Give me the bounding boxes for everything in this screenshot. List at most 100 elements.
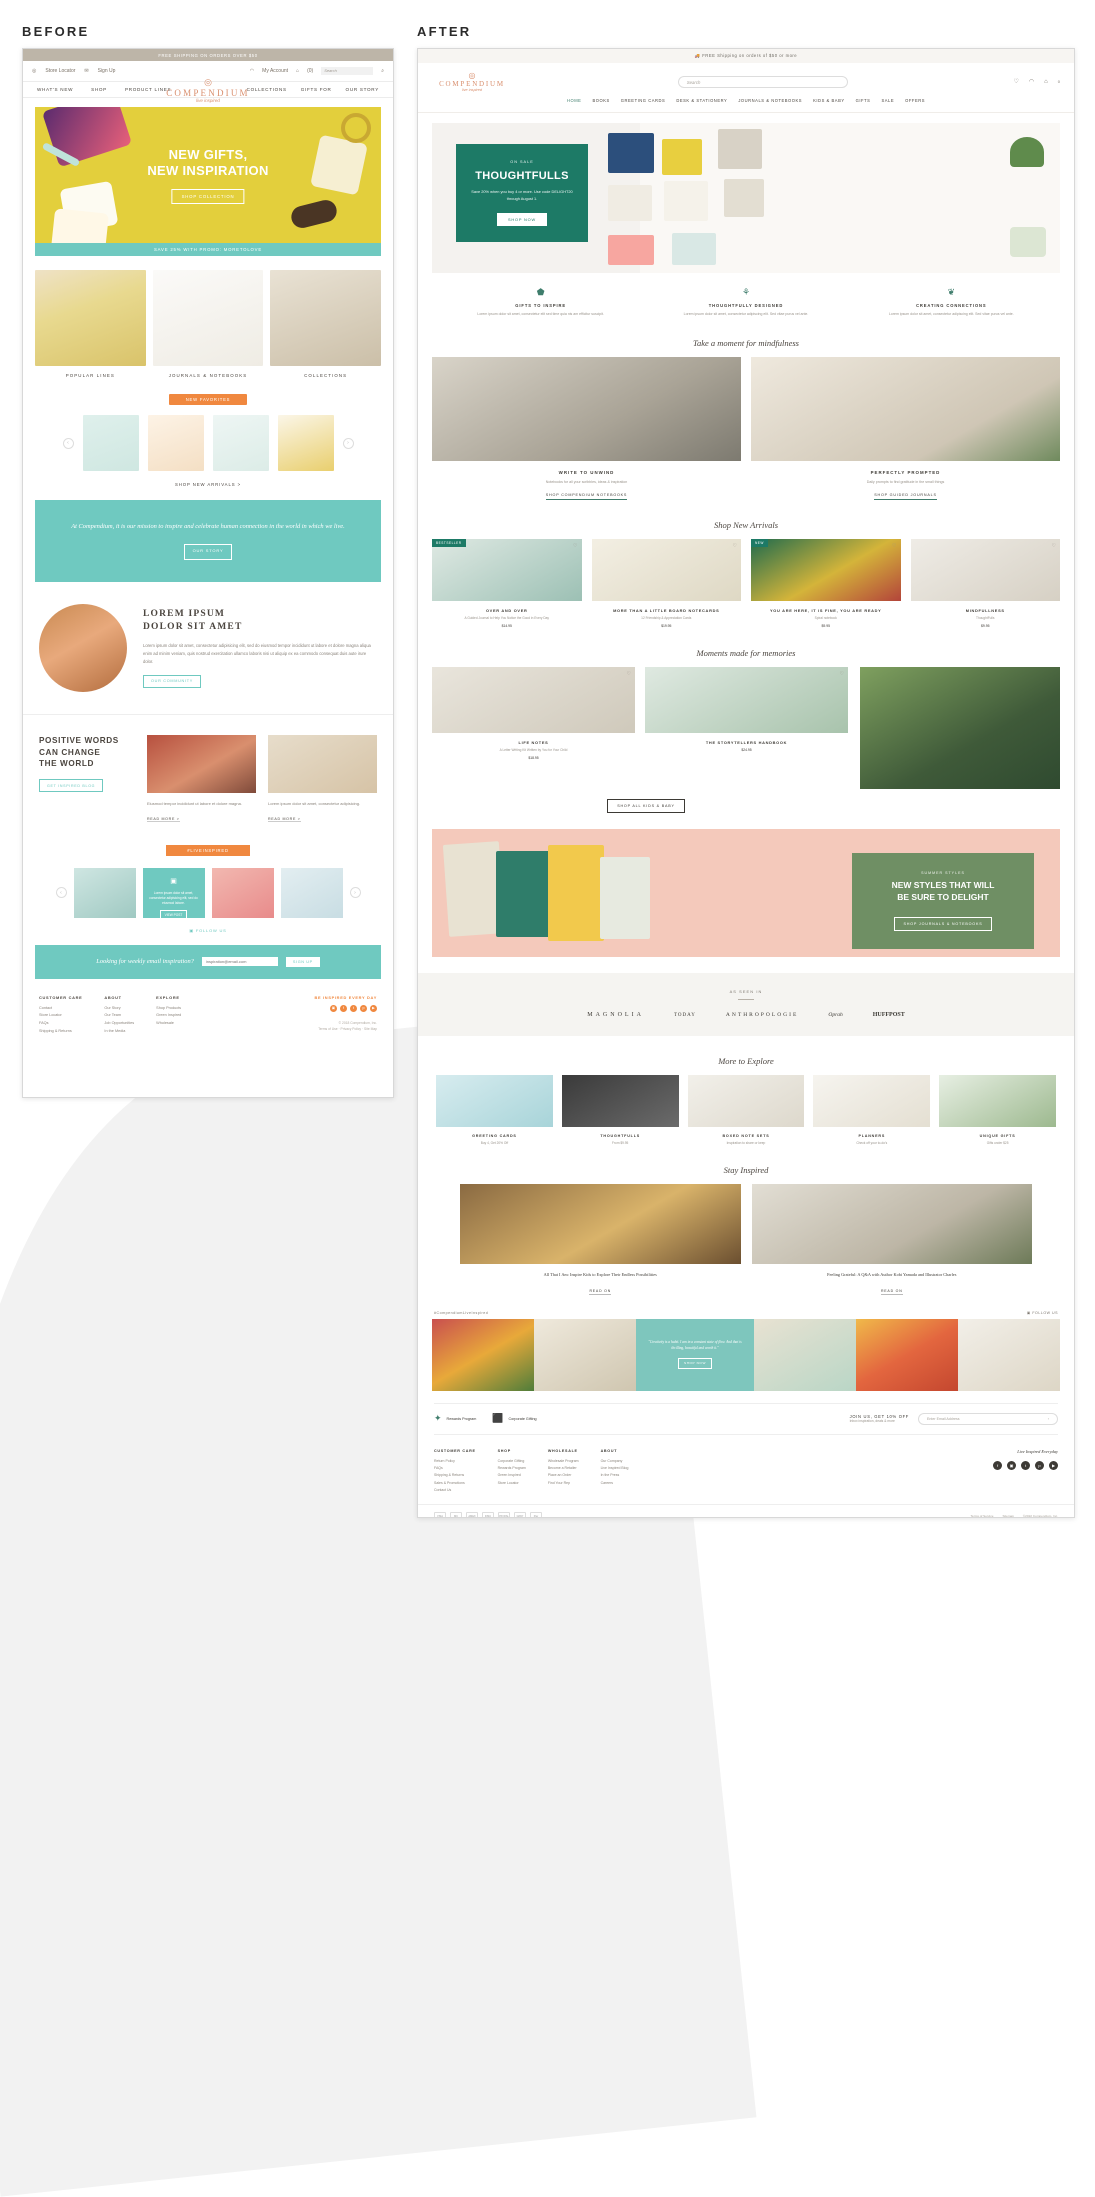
email-input[interactable] [201, 957, 278, 967]
mindfulness-card[interactable]: PERFECTLY PROMPTED Daily prompts to find… [751, 356, 1060, 501]
instagram-icon[interactable]: ▣ [1007, 1460, 1016, 1470]
wishlist-heart-icon[interactable]: ♡ [573, 543, 577, 549]
instagram-follow-link[interactable]: ▣ FOLLOW US [1027, 1311, 1058, 1315]
sitemap-link[interactable]: Sitemap [1003, 1514, 1014, 1517]
perk-rewards[interactable]: ✦ Rewards Program [434, 1413, 476, 1424]
footer-link[interactable]: Sales & Promotions [434, 1480, 476, 1487]
explore-item[interactable]: THOUGHTFULLS From $9.95 [561, 1075, 679, 1145]
footer-link[interactable]: Wholesale Program [548, 1458, 579, 1465]
nav-item-gifts[interactable]: GIFTS [856, 98, 871, 103]
footer-link[interactable]: Shipping & Returns [434, 1472, 476, 1479]
footer-link[interactable]: Return Policy [434, 1458, 476, 1465]
nav-item-product-lines[interactable]: PRODUCT LINES [125, 87, 171, 92]
hero-shop-now-button[interactable]: SHOP NOW [497, 212, 547, 226]
footer-link[interactable]: Store Locator [498, 1480, 526, 1487]
footer-link[interactable]: Job Opportunities [104, 1020, 134, 1028]
category-tile[interactable]: JOURNALS & NOTEBOOKS [152, 270, 264, 378]
blog-read-on-link[interactable]: READ ON [589, 1289, 612, 1295]
footer-link[interactable]: Wholesale [156, 1020, 181, 1028]
ig-post[interactable] [280, 867, 343, 918]
footer-link[interactable]: Store Locator [39, 1012, 82, 1020]
our-community-button[interactable]: OUR COMMUNITY [143, 674, 202, 688]
footer-link[interactable]: Green Inspired [156, 1012, 181, 1020]
youtube-icon[interactable]: ▶ [1049, 1460, 1058, 1470]
shop-new-arrivals-link[interactable]: SHOP NEW ARRIVALS > [23, 482, 393, 487]
get-inspired-blog-button[interactable]: GET INSPIRED BLOG [39, 779, 104, 793]
ig-post[interactable] [958, 1318, 1060, 1391]
follow-us-link[interactable]: ▣ FOLLOW US [23, 928, 393, 933]
ig-post[interactable] [754, 1318, 856, 1391]
search-icon[interactable]: ⌕ [381, 68, 384, 74]
pinterest-icon[interactable]: p [1035, 1460, 1044, 1470]
sign-up-link[interactable]: Sign Up [98, 68, 116, 74]
product-card[interactable]: NEW ♡ YOU ARE HERE, IT IS FINE, YOU ARE … [751, 539, 901, 628]
nav-item-kids-baby[interactable]: KIDS & BABY [813, 98, 845, 103]
our-story-button[interactable]: OUR STORY [183, 543, 233, 560]
category-tile[interactable]: COLLECTIONS [270, 270, 382, 378]
ig-quote-card[interactable]: "Creativity is a habit. I am in a consta… [636, 1318, 754, 1391]
wishlist-heart-icon[interactable]: ♡ [892, 543, 896, 549]
blog-read-more-link[interactable]: READ MORE > [147, 817, 180, 822]
footer-link[interactable]: Live Inspired Blog [601, 1465, 629, 1472]
twitter-icon[interactable]: t [350, 1004, 357, 1012]
ig-post[interactable] [856, 1318, 958, 1391]
carousel-next-icon[interactable]: › [342, 437, 354, 449]
nav-item-greeting-cards[interactable]: GREETING CARDS [621, 98, 666, 103]
ig-prev-icon[interactable]: ‹ [55, 887, 67, 899]
blog-card[interactable]: Lorem ipsum dolor sit amet, consectetur … [268, 734, 377, 825]
brand-logo[interactable]: ◎ COMPENDIUM live inspired [432, 71, 512, 92]
nav-item-home[interactable]: HOME [567, 98, 581, 103]
carousel-product[interactable] [277, 415, 334, 471]
product-card[interactable]: ♡ THE STORYTELLERS HANDBOOK $24.95 [645, 667, 848, 760]
wishlist-heart-icon[interactable]: ♡ [733, 543, 737, 549]
wishlist-heart-icon[interactable]: ♡ [627, 671, 631, 677]
product-card[interactable]: ♡ MORE THAN A LITTLE BOARD NOTECARDS 12 … [591, 539, 741, 628]
facebook-icon[interactable]: f [993, 1460, 1002, 1470]
ig-post[interactable] [432, 1318, 534, 1391]
instagram-icon[interactable]: ▣ [330, 1004, 337, 1012]
twitter-icon[interactable]: t [1021, 1460, 1030, 1470]
footer-link[interactable]: Place an Order [548, 1472, 579, 1479]
my-account-link[interactable]: My Account [262, 68, 288, 74]
hero-banner[interactable]: NEW GIFTS, NEW INSPIRATION SHOP COLLECTI… [35, 107, 381, 243]
ig-caption-card[interactable]: ▣ Lorem ipsum dolor sit amet, consectetu… [142, 867, 205, 922]
footer-link[interactable]: FAQs [39, 1020, 82, 1028]
footer-link[interactable]: FAQs [434, 1465, 476, 1472]
mindfulness-card[interactable]: WRITE TO UNWIND Notebooks for all your s… [432, 356, 741, 501]
carousel-product[interactable] [82, 415, 139, 471]
card-cta-button[interactable]: SHOP GUIDED JOURNALS [874, 493, 937, 501]
carousel-product[interactable] [212, 415, 269, 471]
footer-link[interactable]: Green Inspired [498, 1472, 526, 1479]
heart-icon[interactable]: ♡ [1014, 78, 1019, 85]
explore-item[interactable]: BOXED NOTE SETS Inspiration to share or … [687, 1075, 805, 1145]
product-card[interactable]: ♡ MINDFULLNESS ThoughtFulls $9.95 [910, 539, 1060, 628]
explore-item[interactable]: GREETING CARDS Buy 4, Get 20% Off [436, 1075, 553, 1145]
user-icon[interactable]: ◠ [1029, 78, 1034, 85]
footer-link[interactable]: Our Team [104, 1012, 134, 1020]
ig-post[interactable] [534, 1318, 636, 1391]
footer-link[interactable]: Contact [39, 1005, 82, 1013]
search-input[interactable]: Search [677, 75, 848, 88]
terms-link[interactable]: Terms of Service [970, 1514, 993, 1517]
banner-cta-button[interactable]: SHOP JOURNALS & NOTEBOOKS [893, 917, 993, 932]
ig-quote-button[interactable]: SHOP NOW [678, 1357, 712, 1369]
footer-legal-links[interactable]: Terms of Use · Privacy Policy · Site Map [314, 1026, 377, 1032]
footer-link[interactable]: In the Press [601, 1472, 629, 1479]
blog-post[interactable]: Feeling Grateful: A Q&A with Author Kobi… [751, 1184, 1032, 1296]
nav-item-whats-new[interactable]: WHAT'S NEW [37, 87, 73, 92]
email-signup-button[interactable]: SIGN UP [285, 956, 320, 967]
bag-icon[interactable]: ⌂ [1044, 79, 1048, 85]
category-tile[interactable]: POPULAR LINES [35, 270, 146, 378]
nav-item-our-story[interactable]: OUR STORY [346, 87, 379, 92]
search-input[interactable]: Search [321, 67, 374, 75]
blog-read-on-link[interactable]: READ ON [880, 1289, 903, 1295]
pinterest-icon[interactable]: p [360, 1004, 367, 1012]
hero-shop-collection-button[interactable]: SHOP COLLECTION [171, 188, 245, 204]
product-card[interactable]: BESTSELLER ♡ OVER AND OVER A Guided Jour… [432, 539, 582, 628]
product-card[interactable]: ♡ LIFE NOTES A Letter Writing Kit Writte… [432, 667, 635, 760]
nav-item-offers[interactable]: OFFERS [905, 98, 925, 103]
ig-next-icon[interactable]: › [349, 887, 361, 899]
footer-link[interactable]: Shop Products [156, 1005, 181, 1013]
ig-view-post-link[interactable]: VIEW POST [159, 910, 188, 922]
youtube-icon[interactable]: ▶ [370, 1004, 377, 1012]
